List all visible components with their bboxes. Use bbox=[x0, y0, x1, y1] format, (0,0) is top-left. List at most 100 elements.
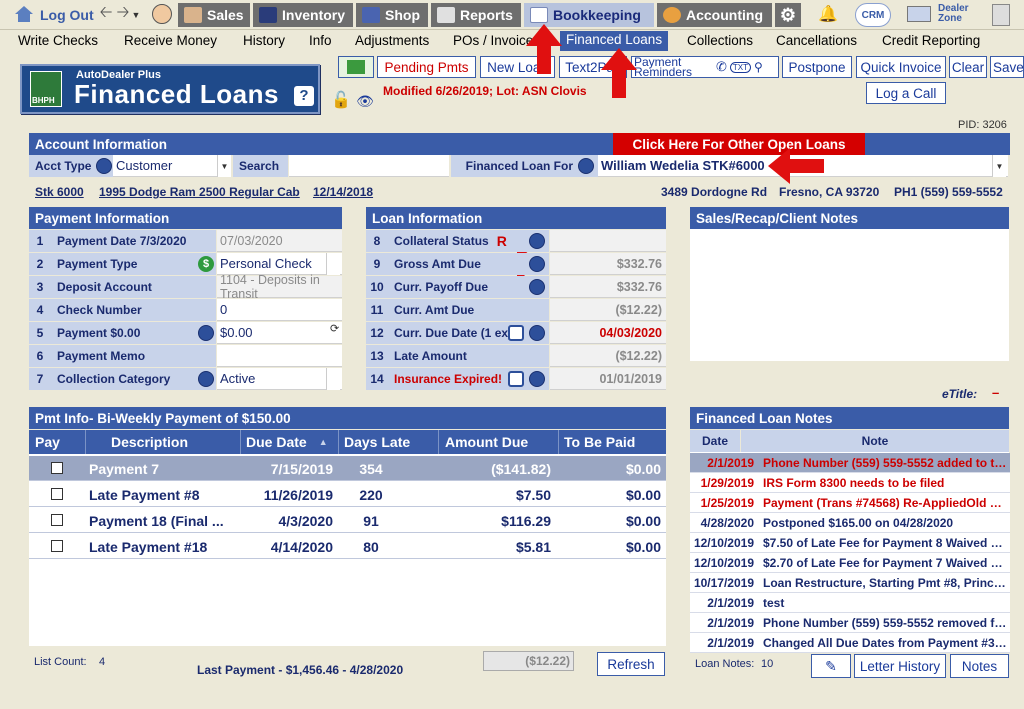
history-dropdown-icon[interactable]: ▼ bbox=[131, 7, 141, 23]
postpone-button[interactable]: Postpone bbox=[782, 56, 852, 78]
acct-type-go-icon[interactable] bbox=[96, 158, 113, 174]
nav-shop[interactable]: Shop bbox=[356, 3, 428, 27]
clear-button[interactable]: Clear bbox=[949, 56, 987, 78]
lock-icon[interactable]: 🔓 bbox=[331, 90, 351, 110]
eye-icon[interactable]: 👁 bbox=[354, 93, 376, 109]
nav-sales[interactable]: Sales bbox=[178, 3, 250, 27]
loan-go-icon[interactable] bbox=[529, 256, 545, 272]
table-row[interactable]: Payment 18 (Final ... 4/3/2020 91 $116.29 $0… bbox=[29, 508, 666, 533]
col-due-date[interactable]: Due Date ▲ bbox=[241, 430, 339, 454]
loan-go-icon[interactable] bbox=[529, 325, 545, 341]
nav-accounting[interactable]: Accounting bbox=[657, 3, 772, 27]
refresh-button[interactable]: Refresh bbox=[597, 652, 665, 676]
payment-row-label: Payment Type bbox=[51, 253, 216, 275]
submenu-info[interactable]: Info bbox=[309, 33, 332, 48]
table-row[interactable]: Payment 7 7/15/2019 354 ($141.82) $0.00 bbox=[29, 456, 666, 481]
payment-info-header: Payment Information bbox=[29, 207, 342, 229]
print-icon[interactable] bbox=[508, 371, 524, 387]
bell-icon[interactable]: 🔔 bbox=[818, 4, 838, 24]
loan-row-value: ($12.22) bbox=[550, 345, 666, 367]
col-days-late[interactable]: Days Late bbox=[339, 430, 439, 454]
note-row[interactable]: 1/25/2019 Payment (Trans #74568) Re-Appli… bbox=[690, 493, 1010, 513]
vehicle-desc-link[interactable]: 1995 Dodge Ram 2500 Regular Cab bbox=[99, 185, 300, 199]
notes-button[interactable]: Notes bbox=[950, 654, 1009, 678]
acct-type-value: Customer bbox=[116, 158, 173, 173]
acct-type-select[interactable]: Customer bbox=[113, 155, 231, 177]
note-row[interactable]: 2/1/2019 Phone Number (559) 559-5552 remo… bbox=[690, 613, 1010, 633]
note-row[interactable]: 10/17/2019 Loan Restructure, Starting Pmt… bbox=[690, 573, 1010, 593]
collection-go-icon[interactable] bbox=[198, 371, 214, 387]
fl-notes-col-date[interactable]: Date bbox=[690, 430, 740, 452]
settings-button[interactable]: ⚙ bbox=[775, 3, 801, 27]
financed-loan-go-icon[interactable] bbox=[578, 158, 594, 174]
note-row[interactable]: 4/28/2020 Postponed $165.00 on 04/28/2020 bbox=[690, 513, 1010, 533]
note-row[interactable]: 2/1/2019 test bbox=[690, 593, 1010, 613]
home-icon[interactable] bbox=[14, 4, 34, 24]
dollar-icon[interactable]: $ bbox=[198, 256, 214, 272]
payment-row-value[interactable]: 0 bbox=[217, 299, 342, 321]
payment-row-value[interactable] bbox=[217, 345, 342, 367]
cell-days: 354 bbox=[359, 460, 383, 477]
loan-go-icon[interactable] bbox=[529, 279, 545, 295]
dealer-zone-link[interactable]: Dealer Zone bbox=[938, 4, 974, 24]
note-row[interactable]: 1/29/2019 IRS Form 8300 needs to be filed bbox=[690, 473, 1010, 493]
other-open-loans-button[interactable]: Click Here For Other Open Loans bbox=[613, 133, 865, 155]
note-row[interactable]: 12/10/2019 $2.70 of Late Fee for Payment … bbox=[690, 553, 1010, 573]
loan-go-icon[interactable] bbox=[529, 371, 545, 387]
acct-type-dropdown-icon[interactable]: ▼ bbox=[217, 155, 231, 177]
payment-go-icon[interactable] bbox=[198, 325, 214, 341]
id-card-icon[interactable] bbox=[907, 6, 931, 22]
submenu-credit-reporting[interactable]: Credit Reporting bbox=[882, 33, 980, 48]
col-description[interactable]: Description bbox=[86, 430, 241, 454]
sales-notes-area[interactable] bbox=[690, 229, 1009, 361]
nav-bookkeeping-label: Bookkeeping bbox=[553, 7, 641, 23]
fl-notes-col-note[interactable]: Note bbox=[741, 430, 1009, 452]
pay-checkbox[interactable] bbox=[51, 514, 63, 526]
payment-row-value[interactable]: Active bbox=[217, 368, 342, 390]
payment-reminders-button[interactable]: Payment Reminders ✆ TXT ⚲ bbox=[631, 56, 779, 78]
submenu-receive-money[interactable]: Receive Money bbox=[124, 33, 217, 48]
financed-loan-dropdown-icon[interactable]: ▼ bbox=[992, 155, 1006, 177]
pay-checkbox[interactable] bbox=[51, 462, 63, 474]
col-amount-due[interactable]: Amount Due bbox=[439, 430, 559, 454]
forward-icon[interactable]: 🡢 bbox=[115, 4, 131, 23]
save-button[interactable]: Save bbox=[990, 56, 1024, 78]
table-row[interactable]: Late Payment #8 11/26/2019 220 $7.50 $0.00 bbox=[29, 482, 666, 507]
ledger-button[interactable] bbox=[338, 56, 374, 78]
payment-row-value[interactable]: $0.00 bbox=[217, 322, 342, 344]
crm-button[interactable]: CRM bbox=[855, 3, 891, 27]
loan-go-icon[interactable] bbox=[529, 233, 545, 249]
letter-history-button[interactable]: Letter History bbox=[854, 654, 946, 678]
nav-reports[interactable]: Reports bbox=[431, 3, 521, 27]
vehicle-stk-link[interactable]: Stk 6000 bbox=[35, 185, 84, 199]
submenu-history[interactable]: History bbox=[243, 33, 285, 48]
col-pay[interactable]: Pay bbox=[29, 430, 86, 454]
loan-row-value: ($12.22) bbox=[550, 299, 666, 321]
submenu-write-checks[interactable]: Write Checks bbox=[18, 33, 98, 48]
refresh-icon[interactable]: ⟳ bbox=[330, 322, 339, 335]
table-row[interactable]: Late Payment #18 4/14/2020 80 $5.81 $0.00 bbox=[29, 534, 666, 559]
dropdown-icon[interactable] bbox=[326, 368, 340, 390]
quick-invoice-button[interactable]: Quick Invoice bbox=[856, 56, 946, 78]
back-icon[interactable]: 🡠 bbox=[98, 4, 114, 23]
print-icon[interactable] bbox=[508, 325, 524, 341]
signature-button[interactable]: ✎ bbox=[811, 654, 851, 678]
note-row[interactable]: 2/1/2019 Changed All Due Dates from Payme… bbox=[690, 633, 1010, 653]
note-row[interactable]: 2/1/2019 Phone Number (559) 559-5552 adde… bbox=[690, 453, 1010, 473]
pending-payments-button[interactable]: Pending Pmts bbox=[377, 56, 476, 78]
calculator-icon[interactable] bbox=[992, 4, 1010, 26]
pay-checkbox[interactable] bbox=[51, 540, 63, 552]
col-to-be-paid[interactable]: To Be Paid bbox=[559, 430, 666, 454]
logout-link[interactable]: Log Out bbox=[40, 7, 94, 23]
nav-inventory[interactable]: Inventory bbox=[253, 3, 353, 27]
submenu-cancellations[interactable]: Cancellations bbox=[776, 33, 857, 48]
help-icon[interactable]: ? bbox=[294, 86, 314, 106]
search-input[interactable] bbox=[289, 155, 449, 177]
avatar-icon[interactable] bbox=[152, 4, 172, 24]
pay-checkbox[interactable] bbox=[51, 488, 63, 500]
submenu-adjustments[interactable]: Adjustments bbox=[355, 33, 429, 48]
submenu-collections[interactable]: Collections bbox=[687, 33, 753, 48]
vehicle-date-link[interactable]: 12/14/2018 bbox=[313, 185, 373, 199]
log-a-call-button[interactable]: Log a Call bbox=[866, 82, 946, 104]
note-row[interactable]: 12/10/2019 $7.50 of Late Fee for Payment … bbox=[690, 533, 1010, 553]
